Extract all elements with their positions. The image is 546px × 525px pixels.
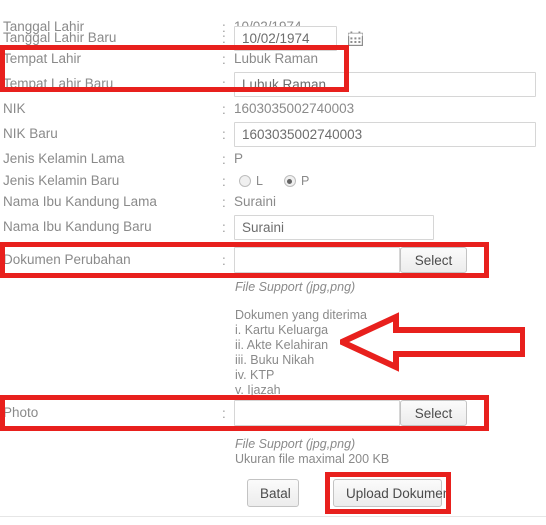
- radio-p-indicator[interactable]: [283, 175, 296, 187]
- accepted-document-item-2: ii. Akte Kelahiran: [235, 338, 329, 352]
- radio-option-p[interactable]: P: [283, 174, 310, 188]
- radio-p-label: P: [300, 174, 310, 188]
- left-arrow-annotation-icon: [334, 311, 526, 373]
- accepted-document-item-1: i. Kartu Keluarga: [235, 323, 329, 337]
- row-nama-ibu-kandung-lama: Nama Ibu Kandung Lama : Suraini: [0, 193, 546, 211]
- upload-dokumen-button[interactable]: Upload Dokumen: [333, 479, 450, 507]
- label-dokumen-perubahan: Dokumen Perubahan: [3, 252, 131, 267]
- colon: :: [222, 76, 226, 92]
- value-nik: 1603035002740003: [234, 101, 355, 116]
- value-jenis-kelamin-lama: P: [234, 151, 244, 166]
- tanggal-lahir-baru-input[interactable]: [234, 25, 337, 51]
- label-tempat-lahir: Tempat Lahir: [3, 51, 82, 66]
- row-dokumen-perubahan: Dokumen Perubahan : Select: [0, 245, 546, 275]
- row-jenis-kelamin-lama: Jenis Kelamin Lama : P: [0, 150, 546, 168]
- accepted-document-item-3: iii. Buku Nikah: [235, 353, 315, 367]
- label-nik-baru: NIK Baru: [3, 126, 58, 141]
- radio-l-label: L: [256, 174, 263, 188]
- nik-baru-input[interactable]: [234, 121, 536, 147]
- nama-ibu-kandung-baru-input[interactable]: [234, 214, 434, 240]
- accepted-document-item-4: iv. KTP: [235, 368, 275, 382]
- colon: :: [222, 194, 226, 210]
- colon: :: [222, 219, 226, 235]
- value-nama-ibu-kandung-lama: Suraini: [234, 194, 277, 209]
- colon: :: [222, 126, 226, 142]
- colon: :: [222, 173, 226, 189]
- accepted-document-item-5: v. Ijazah: [235, 383, 281, 397]
- colon: :: [222, 405, 226, 421]
- radio-l-indicator[interactable]: [239, 175, 251, 187]
- photo-select-button[interactable]: Select: [400, 400, 467, 426]
- row-tempat-lahir: Tempat Lahir : Lubuk Raman: [0, 50, 546, 68]
- colon: :: [222, 101, 226, 117]
- accepted-documents-heading: Dokumen yang diterima: [235, 308, 368, 322]
- label-jenis-kelamin-lama: Jenis Kelamin Lama: [3, 151, 125, 166]
- row-tempat-lahir-baru: Tempat Lahir Baru :: [0, 68, 546, 100]
- colon: :: [222, 252, 226, 268]
- label-photo: Photo: [3, 405, 39, 420]
- row-nama-ibu-kandung-baru: Nama Ibu Kandung Baru :: [0, 211, 546, 243]
- photo-max-size-note: Ukuran file maximal 200 KB: [235, 452, 390, 466]
- row-nik: NIK : 1603035002740003: [0, 100, 546, 118]
- value-tempat-lahir: Lubuk Raman: [234, 51, 319, 66]
- colon: :: [222, 30, 226, 46]
- label-nama-ibu-kandung-baru: Nama Ibu Kandung Baru: [3, 219, 152, 234]
- row-jenis-kelamin-baru: Jenis Kelamin Baru : L P: [0, 171, 546, 191]
- photo-file-support-note: File Support (jpg,png): [235, 437, 356, 451]
- colon: :: [222, 51, 226, 67]
- row-nik-baru: NIK Baru :: [0, 118, 546, 150]
- radio-option-l[interactable]: L: [239, 174, 263, 188]
- dokumen-perubahan-select-button[interactable]: Select: [400, 247, 467, 273]
- bottom-divider: [0, 516, 546, 517]
- dokumen-perubahan-filename-input[interactable]: [234, 247, 400, 273]
- row-photo: Photo : Select: [0, 398, 546, 428]
- label-tanggal-lahir-baru: Tanggal Lahir Baru: [3, 30, 117, 45]
- label-nik: NIK: [3, 101, 26, 116]
- cancel-button[interactable]: Batal: [247, 479, 299, 507]
- label-jenis-kelamin-baru: Jenis Kelamin Baru: [3, 173, 120, 188]
- dokumen-file-support-note: File Support (jpg,png): [235, 280, 356, 294]
- colon: :: [222, 151, 226, 167]
- photo-filename-input[interactable]: [234, 400, 400, 426]
- label-nama-ibu-kandung-lama: Nama Ibu Kandung Lama: [3, 194, 157, 209]
- change-data-upload-form: Tanggal Lahir : 10/02/1974 Tanggal Lahir…: [0, 0, 546, 525]
- tempat-lahir-baru-input[interactable]: [234, 71, 536, 97]
- calendar-icon[interactable]: [347, 31, 364, 46]
- label-tempat-lahir-baru: Tempat Lahir Baru: [3, 76, 114, 91]
